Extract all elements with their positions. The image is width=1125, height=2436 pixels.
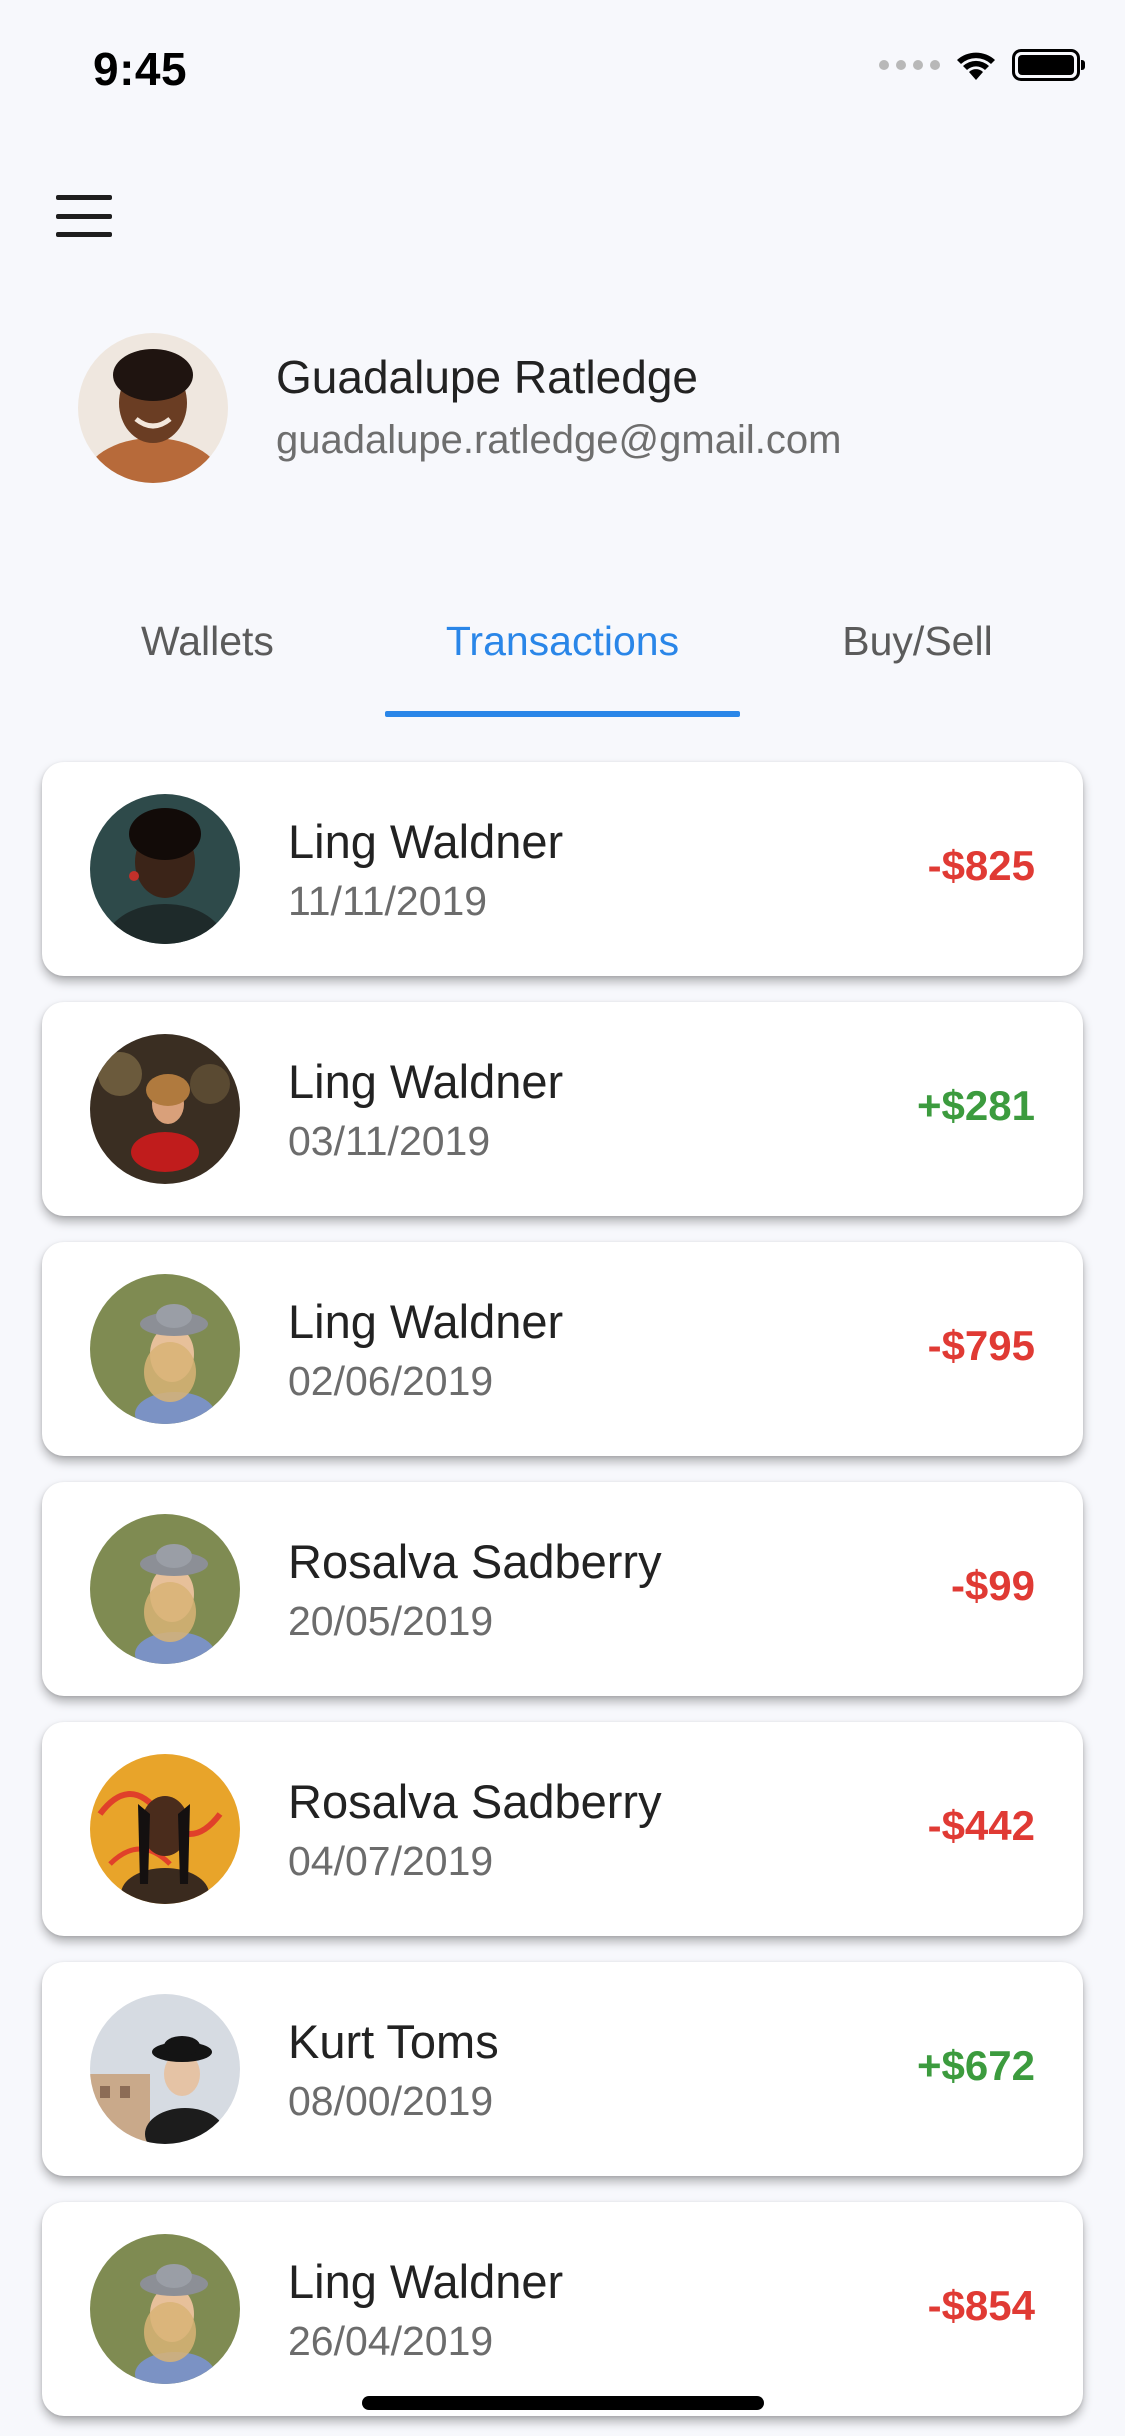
- transaction-amount: -$825: [927, 842, 1035, 889]
- hamburger-menu-icon[interactable]: [56, 195, 112, 237]
- battery-icon: [1012, 49, 1085, 81]
- transaction-card[interactable]: Rosalva Sadberry 20/05/2019 -$99: [42, 1482, 1083, 1696]
- transaction-amount: -$795: [927, 1322, 1035, 1369]
- profile-email: guadalupe.ratledge@gmail.com: [276, 418, 842, 462]
- transaction-date: 04/07/2019: [288, 1838, 494, 1884]
- home-indicator: [362, 2396, 764, 2410]
- transaction-name: Ling Waldner: [288, 2255, 564, 2308]
- profile-name: Guadalupe Ratledge: [276, 351, 698, 403]
- transaction-card[interactable]: Ling Waldner 11/11/2019 -$825: [42, 762, 1083, 976]
- transaction-name: Kurt Toms: [288, 2015, 499, 2068]
- tab-buy-sell[interactable]: Buy/Sell: [740, 618, 1095, 665]
- transaction-amount: -$854: [927, 2282, 1035, 2329]
- transaction-list: Ling Waldner 11/11/2019 -$825 Ling Waldn…: [42, 762, 1083, 2436]
- transaction-date: 08/00/2019: [288, 2078, 494, 2124]
- profile-avatar: [78, 333, 228, 483]
- transaction-date: 03/11/2019: [288, 1118, 491, 1164]
- transaction-amount: -$442: [927, 1802, 1035, 1849]
- avatar: [90, 1274, 240, 1424]
- transaction-date: 02/06/2019: [288, 1358, 494, 1404]
- avatar: [90, 1514, 240, 1664]
- status-icons: [879, 48, 1085, 82]
- transaction-card[interactable]: Ling Waldner 03/11/2019 +$281: [42, 1002, 1083, 1216]
- transaction-amount: -$99: [950, 1562, 1035, 1609]
- avatar: [90, 1754, 240, 1904]
- transaction-date: 26/04/2019: [288, 2318, 494, 2364]
- transaction-name: Ling Waldner: [288, 815, 564, 868]
- wifi-icon: [957, 52, 995, 80]
- transaction-date: 20/05/2019: [288, 1598, 494, 1644]
- status-time: 9:45: [93, 43, 188, 95]
- avatar: [90, 794, 240, 944]
- active-tab-indicator: [385, 711, 740, 717]
- app-screen: 9:45 Guadalupe Ratledge guadalupe.ratled…: [0, 0, 1125, 2436]
- avatar: [90, 1994, 240, 2144]
- transaction-date: 11/11/2019: [288, 878, 488, 924]
- transaction-amount: +$672: [917, 2042, 1035, 2089]
- signal-dots-icon: [879, 60, 940, 70]
- avatar: [90, 2234, 240, 2384]
- transaction-name: Ling Waldner: [288, 1055, 564, 1108]
- transaction-card[interactable]: Ling Waldner 02/06/2019 -$795: [42, 1242, 1083, 1456]
- tab-bar: Wallets Transactions Buy/Sell: [30, 600, 1095, 720]
- avatar: [90, 1034, 240, 1184]
- transaction-amount: +$281: [917, 1082, 1035, 1129]
- tab-wallets[interactable]: Wallets: [30, 618, 385, 665]
- tab-transactions[interactable]: Transactions: [385, 618, 740, 665]
- transaction-card[interactable]: Rosalva Sadberry 04/07/2019 -$442: [42, 1722, 1083, 1936]
- transaction-name: Rosalva Sadberry: [288, 1535, 662, 1588]
- transaction-name: Rosalva Sadberry: [288, 1775, 662, 1828]
- transaction-card[interactable]: Kurt Toms 08/00/2019 +$672: [42, 1962, 1083, 2176]
- transaction-card[interactable]: Ling Waldner 26/04/2019 -$854: [42, 2202, 1083, 2416]
- transaction-name: Ling Waldner: [288, 1295, 564, 1348]
